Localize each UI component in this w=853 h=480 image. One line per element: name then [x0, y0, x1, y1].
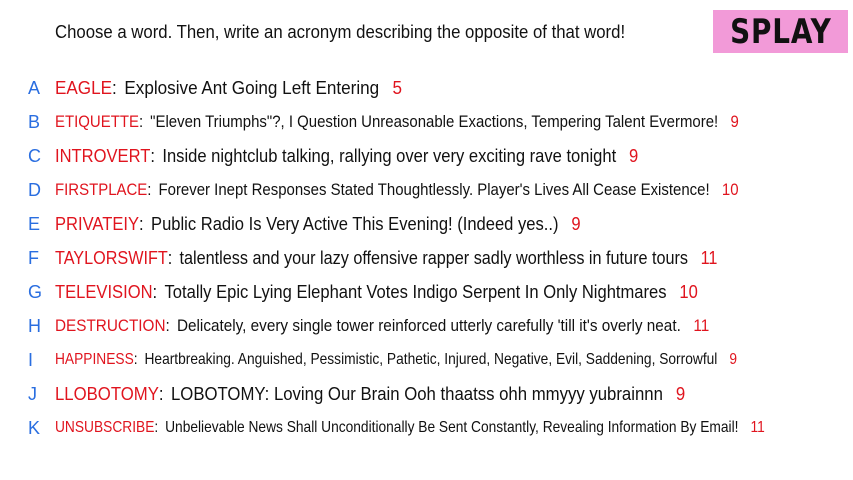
entry-letter-count: 10: [721, 180, 739, 199]
entry-letter: B: [28, 111, 41, 132]
entry-line: LLOBOTOMY: LOBOTOMY: Loving Our Brain Ooh…: [55, 383, 686, 404]
entry-letter: G: [28, 281, 43, 302]
entry-word: TAYLORSWIFT: [55, 247, 168, 268]
entry-line: UNSUBSCRIBE: Unbelievable News Shall Unco…: [55, 419, 765, 436]
entry-line: TELEVISION: Totally Epic Lying Elephant V…: [55, 281, 698, 302]
entry-line: INTROVERT: Inside nightclub talking, rall…: [55, 145, 639, 166]
entry-acronym: Totally Epic Lying Elephant Votes Indigo…: [164, 281, 667, 302]
entry-letter: C: [28, 145, 41, 166]
entry-letter: F: [28, 247, 39, 268]
entry-acronym: Delicately, every single tower reinforce…: [176, 316, 681, 335]
entry-letter-count: 9: [629, 145, 639, 166]
entry-letter-count: 11: [750, 419, 765, 436]
entry-line: TAYLORSWIFT: talentless and your lazy off…: [55, 247, 718, 268]
entry-word: DESTRUCTION: [55, 316, 166, 335]
entry-acronym: Unbelievable News Shall Unconditionally …: [165, 419, 739, 436]
entry-acronym: "Eleven Triumphs"?, I Question Unreasona…: [150, 112, 719, 131]
entry-acronym: LOBOTOMY: Loving Our Brain Ooh thaatss o…: [170, 383, 663, 404]
entry-word: TELEVISION: [55, 281, 153, 302]
entry-word: EAGLE: [55, 77, 113, 98]
entry-letter: H: [28, 315, 41, 336]
entry-letter: D: [28, 179, 41, 200]
splay-logo: SPLAY: [713, 10, 848, 53]
entry-letter-count: 9: [730, 112, 739, 131]
entry-letter: J: [28, 383, 37, 404]
entry-acronym: Explosive Ant Going Left Entering: [124, 77, 380, 98]
instructions-text: Choose a word. Then, write an acronym de…: [55, 22, 626, 42]
entry-letter: A: [28, 77, 41, 98]
entry-letter-count: 9: [571, 213, 581, 234]
entry-word: ETIQUETTE: [55, 112, 139, 131]
entry-letter-count: 10: [679, 281, 698, 302]
entry-line: HAPPINESS: Heartbreaking. Anguished, Pess…: [55, 351, 738, 368]
entry-letter-count: 11: [693, 316, 710, 335]
entry-letter-count: 9: [729, 351, 738, 368]
entry-word: LLOBOTOMY: [55, 383, 159, 404]
logo-text: SPLAY: [729, 11, 832, 52]
entry-letter-count: 9: [675, 383, 686, 404]
entry-line: ETIQUETTE: "Eleven Triumphs"?, I Question…: [55, 112, 739, 131]
entry-letter: I: [28, 349, 34, 370]
entry-word: UNSUBSCRIBE: [55, 419, 155, 436]
entry-line: EAGLE: Explosive Ant Going Left Entering 5: [55, 77, 402, 98]
entry-letter-count: 11: [700, 247, 718, 268]
entry-line: DESTRUCTION: Delicately, every single tow…: [55, 316, 710, 335]
entry-letter: E: [28, 213, 41, 234]
entry-letter-count: 5: [392, 77, 402, 98]
entry-line: FIRSTPLACE: Forever Inept Responses State…: [55, 180, 739, 199]
entry-acronym: talentless and your lazy offensive rappe…: [179, 247, 688, 268]
entry-word: HAPPINESS: [55, 351, 134, 368]
entry-acronym: Heartbreaking. Anguished, Pessimistic, P…: [144, 351, 718, 368]
entry-line: PRIVATEIY: Public Radio Is Very Active Th…: [55, 213, 581, 234]
entry-acronym: Inside nightclub talking, rallying over …: [162, 145, 617, 166]
entry-word: INTROVERT: [55, 145, 151, 166]
entry-acronym: Forever Inept Responses Stated Thoughtle…: [158, 180, 710, 199]
entry-word: PRIVATEIY: [55, 213, 140, 234]
entry-letter: K: [28, 417, 41, 438]
entry-acronym: Public Radio Is Very Active This Evening…: [151, 213, 559, 234]
entry-word: FIRSTPLACE: [55, 180, 148, 199]
